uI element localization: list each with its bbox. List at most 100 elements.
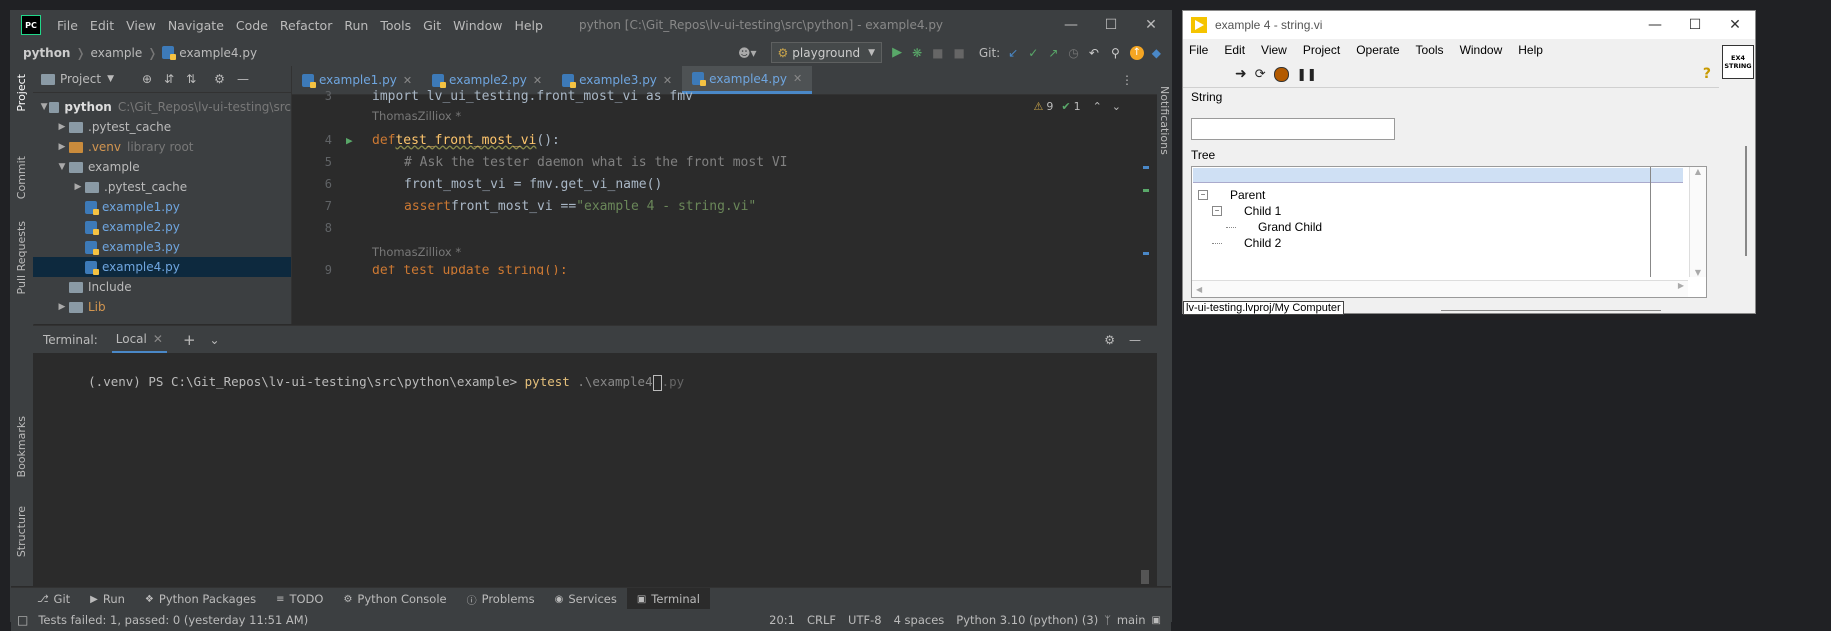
abort-icon[interactable] bbox=[1273, 66, 1289, 82]
tool-tab-services[interactable]: ◉ Services bbox=[545, 588, 627, 610]
lv-menu-tools[interactable]: Tools bbox=[1408, 43, 1452, 57]
minimize-icon[interactable]: — bbox=[1635, 11, 1675, 39]
help-icon[interactable]: ? bbox=[1703, 66, 1711, 82]
next-highlight-icon[interactable]: ⌄ bbox=[1112, 100, 1121, 113]
git-update-icon[interactable]: ↙ bbox=[1008, 46, 1018, 60]
gear-icon[interactable]: ⚙ bbox=[1104, 333, 1115, 347]
chevron-down-icon[interactable]: ⌄ bbox=[210, 333, 220, 347]
update-icon[interactable]: ↑ bbox=[1129, 45, 1144, 60]
panel-scrollbar[interactable] bbox=[1741, 91, 1751, 291]
menu-window[interactable]: Window bbox=[447, 18, 508, 33]
tool-tab-python-console[interactable]: ⚙ Python Console bbox=[333, 588, 456, 610]
run-icon[interactable]: ▶ bbox=[892, 45, 902, 60]
vi-icon-pane[interactable]: EX4 STRING bbox=[1722, 45, 1754, 79]
tree-control[interactable]: − Parent − Child 1 Grand Child Child 2 ▲ ▼ ◀ … bbox=[1191, 166, 1707, 298]
close-icon[interactable]: ✕ bbox=[403, 74, 412, 87]
chevron-right-icon[interactable]: ▶ bbox=[55, 302, 69, 312]
tool-notifications[interactable]: Notifications bbox=[1158, 86, 1171, 155]
indent-setting[interactable]: 4 spaces bbox=[888, 613, 951, 627]
terminal-scrollbar[interactable] bbox=[1141, 570, 1149, 584]
tree-hscrollbar[interactable]: ◀ ▶ bbox=[1192, 280, 1688, 297]
locate-icon[interactable]: ⊕ bbox=[142, 72, 152, 86]
maximize-icon[interactable]: ☐ bbox=[1675, 11, 1715, 39]
lv-menu-file[interactable]: File bbox=[1183, 43, 1216, 57]
gear-icon[interactable]: ⚙ bbox=[214, 72, 225, 86]
tree-item[interactable]: ▶ .venv library root bbox=[33, 137, 291, 157]
tree-item[interactable]: example1.py bbox=[33, 197, 291, 217]
run-arrow-icon[interactable]: ➜ bbox=[1235, 66, 1247, 82]
python-interpreter[interactable]: Python 3.10 (python) (3) bbox=[950, 613, 1104, 627]
tree-node[interactable]: Child 2 bbox=[1198, 235, 1706, 251]
chevron-right-icon[interactable]: ▶ bbox=[55, 122, 69, 132]
tree-item[interactable]: ▶ .pytest_cache bbox=[33, 117, 291, 137]
chevron-down-icon[interactable]: ▼ bbox=[55, 162, 69, 172]
git-commit-icon[interactable]: ✓ bbox=[1028, 46, 1038, 60]
debug-icon[interactable]: ❋ bbox=[912, 46, 922, 60]
caret-position[interactable]: 20:1 bbox=[763, 613, 801, 627]
code-area[interactable]: 3 import lv_ui_testing.front_most_vi as … bbox=[292, 89, 1112, 275]
git-history-icon[interactable]: ◷ bbox=[1068, 46, 1078, 60]
search-icon[interactable]: ⚲ bbox=[1111, 46, 1120, 60]
menu-edit[interactable]: Edit bbox=[84, 18, 120, 33]
breadcrumb-example[interactable]: example bbox=[91, 46, 143, 60]
maximize-icon[interactable]: ☐ bbox=[1091, 11, 1131, 39]
file-encoding[interactable]: UTF-8 bbox=[842, 613, 888, 627]
close-icon[interactable]: ✕ bbox=[793, 72, 802, 85]
tool-pull-requests[interactable]: Pull Requests bbox=[15, 221, 28, 294]
stop-icon[interactable]: ■ bbox=[954, 46, 965, 60]
lock-icon[interactable]: ▣ bbox=[1152, 615, 1161, 626]
lv-menu-window[interactable]: Window bbox=[1452, 43, 1511, 57]
collapse-icon[interactable]: − bbox=[1212, 206, 1222, 216]
status-message[interactable]: Tests failed: 1, passed: 0 (yesterday 11… bbox=[32, 613, 314, 627]
add-terminal-icon[interactable]: + bbox=[183, 331, 196, 349]
tree-item[interactable]: example4.py bbox=[33, 257, 291, 277]
chevron-down-icon[interactable]: ▼ bbox=[39, 102, 49, 112]
project-context[interactable]: lv-ui-testing.lvproj/My Computer bbox=[1183, 301, 1344, 315]
tool-structure[interactable]: Structure bbox=[15, 506, 28, 557]
menu-tools[interactable]: Tools bbox=[374, 18, 417, 33]
tree-item[interactable]: ▼ example bbox=[33, 157, 291, 177]
menu-code[interactable]: Code bbox=[230, 18, 274, 33]
tree-vscrollbar[interactable]: ▲ ▼ bbox=[1689, 167, 1706, 277]
tool-tab-git[interactable]: ⎇ Git bbox=[27, 588, 80, 610]
breadcrumb-python[interactable]: python bbox=[23, 46, 70, 60]
tool-tab-todo[interactable]: ≡ TODO bbox=[266, 588, 333, 610]
column-divider[interactable] bbox=[1650, 167, 1651, 277]
run-gutter-icon[interactable]: ▶ bbox=[346, 134, 372, 147]
lv-menu-project[interactable]: Project bbox=[1295, 43, 1348, 57]
tree-node[interactable]: − Parent bbox=[1198, 187, 1706, 203]
breadcrumb-file[interactable]: example4.py bbox=[179, 46, 257, 60]
collapse-icon[interactable]: − bbox=[1198, 190, 1208, 200]
tree-item[interactable]: Include bbox=[33, 277, 291, 297]
run-continuously-icon[interactable]: ⟳ bbox=[1255, 67, 1266, 82]
tree-item[interactable]: ▶ Lib bbox=[33, 297, 291, 317]
tool-tab-terminal[interactable]: ▣ Terminal bbox=[626, 588, 710, 610]
close-icon[interactable]: ✕ bbox=[663, 74, 672, 87]
layout-icon[interactable]: □ bbox=[17, 613, 28, 627]
menu-navigate[interactable]: Navigate bbox=[162, 18, 230, 33]
menu-run[interactable]: Run bbox=[338, 18, 374, 33]
menu-help[interactable]: Help bbox=[508, 18, 549, 33]
chevron-right-icon[interactable]: ▶ bbox=[55, 142, 69, 152]
minimize-icon[interactable]: — bbox=[1051, 11, 1091, 39]
tool-tab-problems[interactable]: ⓘ Problems bbox=[457, 588, 545, 610]
lv-menu-edit[interactable]: Edit bbox=[1216, 43, 1253, 57]
tool-commit[interactable]: Commit bbox=[15, 156, 28, 199]
pause-icon[interactable]: ❚❚ bbox=[1297, 67, 1317, 81]
tool-tab-python-packages[interactable]: ❖ Python Packages bbox=[135, 588, 266, 610]
git-branch[interactable]: main bbox=[1111, 613, 1152, 627]
string-control[interactable] bbox=[1191, 118, 1395, 140]
user-icon[interactable]: ☻▾ bbox=[738, 46, 757, 60]
run-config-selector[interactable]: ⚙ playground ▼ bbox=[770, 42, 883, 63]
tree-node[interactable]: Grand Child bbox=[1198, 219, 1706, 235]
coverage-icon[interactable]: ■ bbox=[932, 46, 943, 60]
hide-icon[interactable]: — bbox=[1129, 333, 1141, 347]
rollback-icon[interactable]: ↶ bbox=[1089, 46, 1099, 60]
hide-icon[interactable]: — bbox=[237, 72, 249, 86]
tree-item[interactable]: example2.py bbox=[33, 217, 291, 237]
git-push-icon[interactable]: ↗ bbox=[1048, 46, 1058, 60]
lv-menu-help[interactable]: Help bbox=[1510, 43, 1551, 57]
close-icon[interactable]: ✕ bbox=[533, 74, 542, 87]
more-tabs-icon[interactable]: ⋮ bbox=[1121, 73, 1133, 87]
tool-bookmarks[interactable]: Bookmarks bbox=[15, 416, 28, 477]
